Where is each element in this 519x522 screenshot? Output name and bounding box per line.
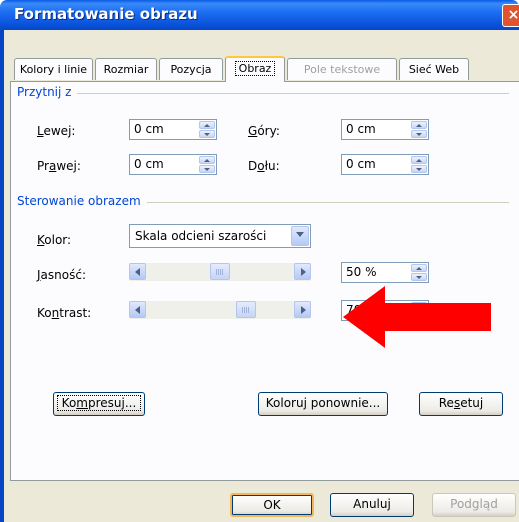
crop-left-label: Lewej:	[37, 124, 76, 138]
tab-label: Pozycja	[170, 63, 212, 76]
color-dropdown-value: Skala odcieni szarości	[135, 229, 267, 243]
spin-down-icon[interactable]	[411, 273, 427, 281]
tab-size[interactable]: Rozmiar	[95, 58, 157, 80]
tab-panel: Przytnij z Lewej: 0 cm Góry: 0 cm Prawej…	[10, 81, 519, 481]
crop-top-spinner[interactable]: 0 cm	[341, 119, 429, 140]
spin-down-icon[interactable]	[411, 165, 427, 173]
compress-button[interactable]: Kompresuj...	[53, 392, 145, 416]
tab-web[interactable]: Sieć Web	[399, 58, 469, 80]
color-label: Kolor:	[37, 233, 72, 247]
tab-label: Obraz	[234, 61, 276, 76]
tab-colors-and-lines[interactable]: Kolory i linie	[14, 58, 93, 80]
group-divider	[17, 93, 509, 94]
tab-picture[interactable]: Obraz	[225, 56, 285, 82]
spinner-value: 0 cm	[346, 157, 376, 171]
dialog-body: Kolory i linie Rozmiar Pozycja Obraz Pol…	[0, 30, 519, 522]
brightness-slider[interactable]	[129, 263, 311, 281]
spin-down-icon[interactable]	[411, 130, 427, 138]
contrast-slider[interactable]	[129, 301, 311, 319]
dialog-window: Formatowanie obrazu × Kolory i linie Roz…	[0, 0, 519, 522]
recolor-button[interactable]: Koloruj ponownie...	[258, 392, 388, 416]
crop-bottom-label: Dołu:	[248, 159, 280, 173]
brightness-slider-thumb[interactable]	[210, 263, 230, 280]
tab-label: Rozmiar	[103, 63, 149, 76]
spinner-value: 50 %	[346, 265, 377, 279]
reset-button[interactable]: Resetuj	[419, 392, 503, 416]
chevron-down-icon[interactable]	[291, 226, 309, 246]
tab-strip: Kolory i linie Rozmiar Pozycja Obraz Pol…	[10, 30, 519, 86]
cancel-button[interactable]: Anuluj	[330, 493, 414, 517]
ok-button[interactable]: OK	[230, 493, 314, 517]
contrast-slider-thumb[interactable]	[235, 301, 256, 318]
tab-text-box[interactable]: Pole tekstowe	[287, 58, 397, 80]
spinner-value: 0 cm	[346, 122, 376, 136]
red-arrow-annotation	[343, 286, 491, 348]
spin-down-icon[interactable]	[199, 165, 215, 173]
spin-up-icon[interactable]	[411, 264, 427, 272]
close-icon: ×	[507, 7, 519, 23]
crop-group-label: Przytnij z	[17, 85, 78, 99]
crop-right-label: Prawej:	[37, 159, 81, 173]
color-dropdown[interactable]: Skala odcieni szarości	[129, 224, 311, 248]
brightness-spinner[interactable]: 50 %	[341, 262, 429, 283]
arrow-shape	[343, 286, 491, 348]
scroll-right-icon[interactable]	[294, 263, 311, 280]
close-button[interactable]: ×	[502, 4, 519, 27]
brightness-label: Jasność:	[37, 268, 86, 282]
spin-up-icon[interactable]	[411, 121, 427, 129]
spin-up-icon[interactable]	[411, 156, 427, 164]
scroll-left-icon[interactable]	[129, 301, 146, 318]
spinner-value: 0 cm	[134, 122, 164, 136]
spin-up-icon[interactable]	[199, 156, 215, 164]
window-title: Formatowanie obrazu	[14, 5, 198, 23]
tab-label: Sieć Web	[408, 63, 460, 76]
crop-left-spinner[interactable]: 0 cm	[129, 119, 217, 140]
image-control-group-label: Sterowanie obrazem	[17, 194, 147, 208]
crop-bottom-spinner[interactable]: 0 cm	[341, 154, 429, 175]
spin-down-icon[interactable]	[199, 130, 215, 138]
preview-button[interactable]: Podgląd	[432, 493, 516, 517]
crop-top-label: Góry:	[248, 124, 280, 138]
title-bar[interactable]: Formatowanie obrazu ×	[0, 0, 519, 30]
crop-right-spinner[interactable]: 0 cm	[129, 154, 217, 175]
scroll-left-icon[interactable]	[129, 263, 146, 280]
tab-position[interactable]: Pozycja	[159, 58, 223, 80]
spinner-value: 0 cm	[134, 157, 164, 171]
tab-label: Kolory i linie	[19, 63, 88, 76]
tab-label: Pole tekstowe	[303, 63, 381, 76]
scroll-right-icon[interactable]	[294, 301, 311, 318]
spin-up-icon[interactable]	[199, 121, 215, 129]
contrast-label: Kontrast:	[37, 306, 92, 320]
